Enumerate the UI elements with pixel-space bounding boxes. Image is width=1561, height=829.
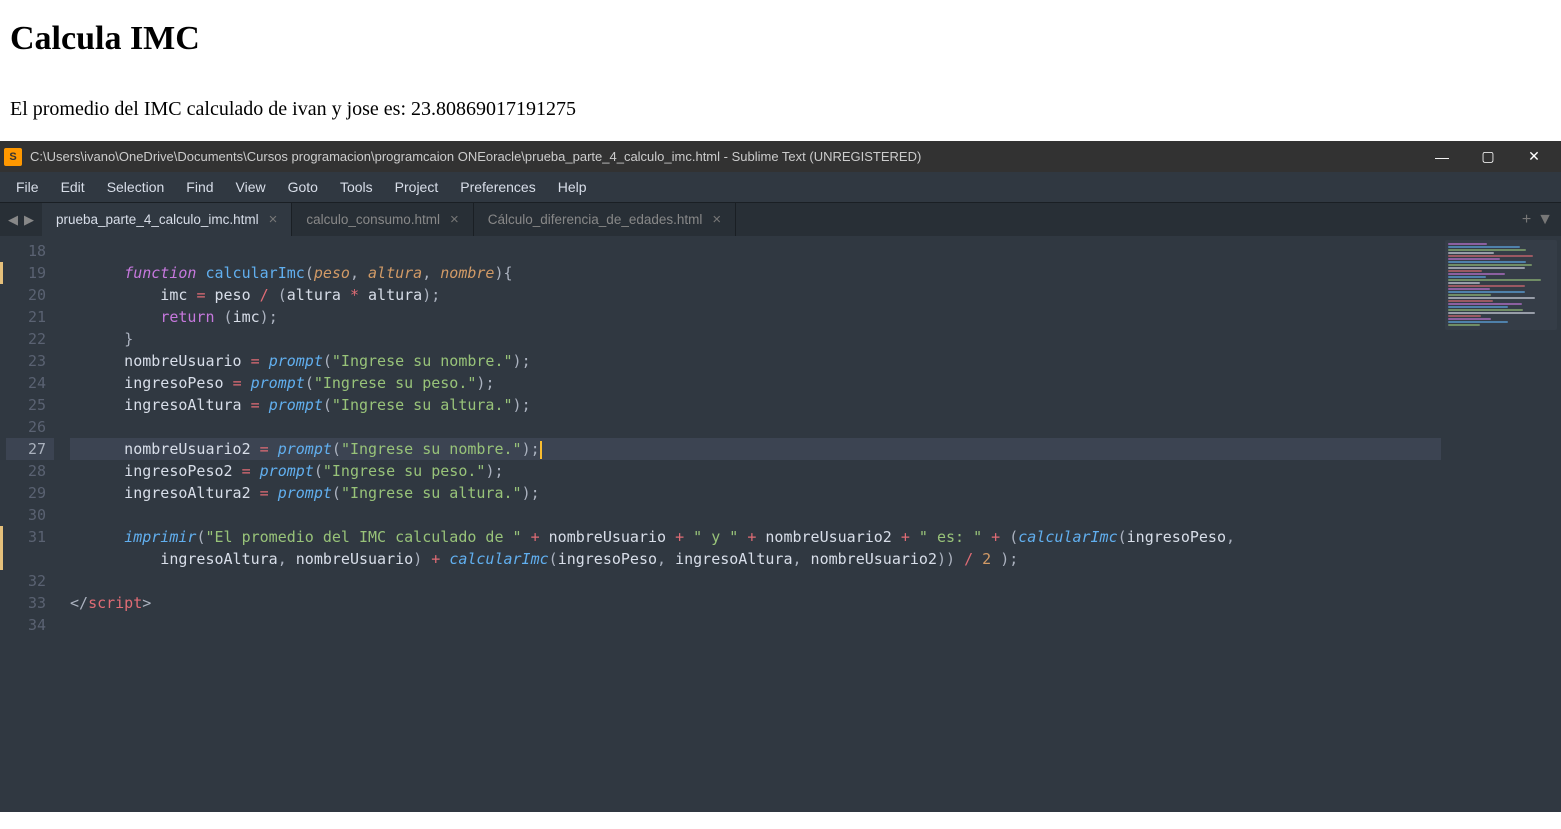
menu-find[interactable]: Find: [176, 175, 223, 199]
maximize-button[interactable]: ▢: [1465, 141, 1511, 172]
menubar: FileEditSelectionFindViewGotoToolsProjec…: [0, 172, 1561, 202]
gutter-line-numbers: 1819202122232425262728293031323334: [6, 236, 54, 812]
menu-tools[interactable]: Tools: [330, 175, 383, 199]
menu-edit[interactable]: Edit: [51, 175, 95, 199]
minimap[interactable]: [1441, 236, 1561, 812]
menu-project[interactable]: Project: [385, 175, 449, 199]
menu-selection[interactable]: Selection: [97, 175, 175, 199]
menu-help[interactable]: Help: [548, 175, 597, 199]
tab[interactable]: prueba_parte_4_calculo_imc.html ×: [42, 203, 292, 236]
menu-file[interactable]: File: [6, 175, 49, 199]
tab-close-icon[interactable]: ×: [712, 211, 721, 228]
tab-close-icon[interactable]: ×: [269, 211, 278, 228]
tab[interactable]: Cálculo_diferencia_de_edades.html ×: [474, 203, 736, 236]
tab[interactable]: calculo_consumo.html ×: [292, 203, 473, 236]
tab-label: Cálculo_diferencia_de_edades.html: [488, 212, 703, 227]
menu-view[interactable]: View: [226, 175, 276, 199]
tab-label: prueba_parte_4_calculo_imc.html: [56, 212, 259, 227]
browser-page: Calcula IMC El promedio del IMC calculad…: [0, 0, 1561, 141]
titlebar-path: C:\Users\ivano\OneDrive\Documents\Cursos…: [30, 149, 1419, 164]
page-heading: Calcula IMC: [10, 20, 1551, 58]
tab-label: calculo_consumo.html: [306, 212, 440, 227]
tab-nav-back-icon[interactable]: ◀: [6, 210, 20, 230]
tab-close-icon[interactable]: ×: [450, 211, 459, 228]
window-controls: — ▢ ✕: [1419, 141, 1557, 172]
code-area[interactable]: function calcularImc(peso, altura, nombr…: [70, 236, 1441, 812]
app-icon: S: [4, 148, 22, 166]
tab-bar: ◀ ▶ prueba_parte_4_calculo_imc.html×calc…: [0, 202, 1561, 236]
titlebar[interactable]: S C:\Users\ivano\OneDrive\Documents\Curs…: [0, 141, 1561, 172]
tab-dropdown-icon[interactable]: ▼: [1537, 211, 1553, 229]
minimize-button[interactable]: —: [1419, 141, 1465, 172]
result-text: El promedio del IMC calculado de ivan y …: [10, 98, 1551, 121]
tab-nav-forward-icon[interactable]: ▶: [22, 210, 36, 230]
menu-preferences[interactable]: Preferences: [450, 175, 545, 199]
menu-goto[interactable]: Goto: [278, 175, 328, 199]
editor[interactable]: 1819202122232425262728293031323334 funct…: [0, 236, 1561, 812]
sublime-window: S C:\Users\ivano\OneDrive\Documents\Curs…: [0, 141, 1561, 812]
new-tab-icon[interactable]: +: [1522, 211, 1531, 229]
close-button[interactable]: ✕: [1511, 141, 1557, 172]
